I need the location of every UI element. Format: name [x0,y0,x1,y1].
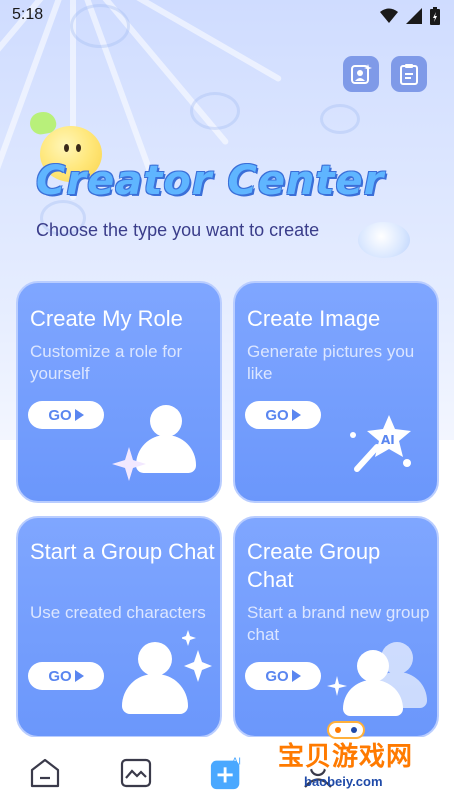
card-description: Use created characters [30,603,206,622]
start-group-chat-card[interactable]: Start a Group Chat Use created character… [16,516,222,738]
play-icon [291,670,301,682]
card-description: Start a brand new group chat [247,603,430,644]
gallery-icon [120,758,152,788]
go-button[interactable]: GO [28,401,104,429]
card-title: Start a Group Chat [30,539,215,564]
sparkle-icon [112,447,146,481]
card-description: Generate pictures you like [247,342,415,383]
status-icons [380,7,440,25]
cloud-mascot-icon [358,222,410,258]
watermark-logo: 宝贝游戏网 baobeiy.com [278,718,428,802]
add-contact-button[interactable] [343,56,379,92]
card-title: Create Group Chat [247,539,381,592]
card-description: Customize a role for yourself [30,342,183,383]
go-label: GO [265,667,289,685]
go-button[interactable]: GO [245,401,321,429]
go-button[interactable]: GO [28,662,104,690]
add-contact-icon [351,64,372,84]
page-subtitle: Choose the type you want to create [36,220,320,240]
ai-wand-icon: AI [350,415,411,472]
create-ai-icon: AI [210,756,241,790]
person-icon [122,642,188,714]
create-group-chat-card[interactable]: Create Group Chat Start a brand new grou… [233,516,439,738]
clipboard-icon [400,64,418,85]
sparkle-icon [182,630,212,682]
watermark-url: baobeiy.com [304,774,383,789]
ai-badge: AI [381,433,395,447]
watermark-text: 宝贝游戏网 [278,742,414,772]
person-icon [343,650,403,716]
status-time: 5:18 [12,6,44,23]
nav-gallery[interactable] [118,755,154,791]
ai-badge: AI [232,756,241,767]
status-bar: 5:18 [0,0,454,32]
page-title: Creator Center [36,158,385,204]
nav-create-ai[interactable]: AI [209,755,245,791]
signal-icon [406,8,422,24]
battery-icon [430,7,440,25]
nav-home[interactable] [27,755,63,791]
sparkle-icon [327,676,347,696]
card-title: Create My Role [30,306,183,331]
clipboard-button[interactable] [391,56,427,92]
bubble-decoration [320,104,360,134]
go-label: GO [265,406,289,424]
play-icon [74,409,84,421]
create-image-card[interactable]: Create Image Generate pictures you like … [233,281,439,503]
home-icon [30,758,60,788]
bubble-decoration [190,92,240,130]
go-label: GO [48,667,72,685]
card-title: Create Image [247,306,381,331]
go-label: GO [48,406,72,424]
play-icon [74,670,84,682]
create-my-role-card[interactable]: Create My Role Customize a role for your… [16,281,222,503]
go-button[interactable]: GO [245,662,321,690]
wifi-icon [380,8,398,23]
play-icon [291,409,301,421]
